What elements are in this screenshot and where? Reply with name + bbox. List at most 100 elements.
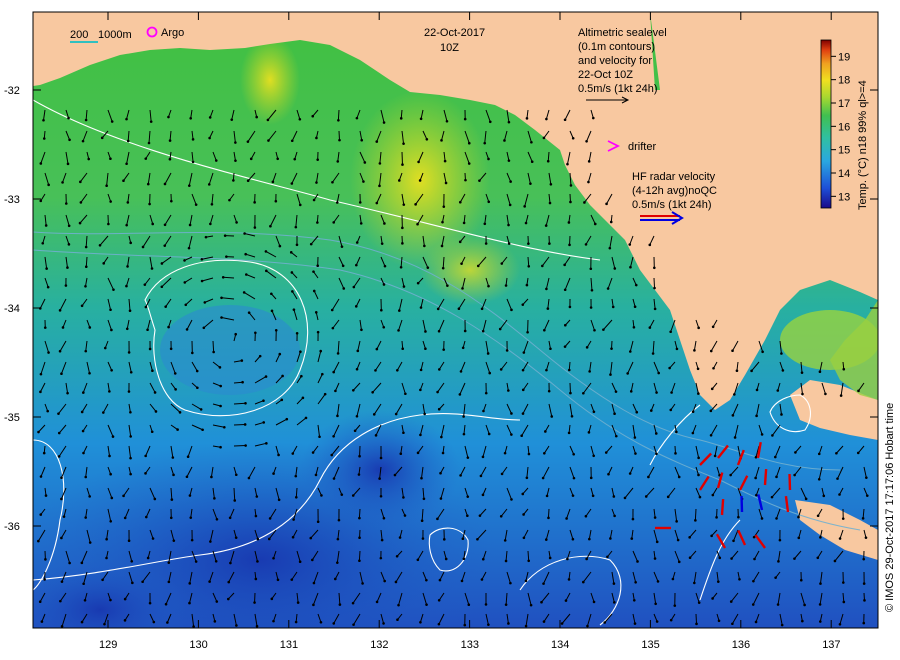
velocity-arrow-head [697,601,701,604]
x-tick-label: 129 [99,639,117,651]
velocity-arrow-head [80,561,84,565]
velocity-arrow-head [379,456,383,460]
velocity-arrow-head [122,494,125,498]
velocity-arrow-head [500,262,504,265]
velocity-arrow-head [60,497,63,501]
velocity-arrow-head [45,267,48,270]
velocity-arrow-head [356,349,360,353]
velocity-arrow-head [57,412,60,415]
velocity-arrow-head [466,514,469,518]
velocity-arrow-head [592,116,595,120]
velocity-arrow-head [675,430,678,434]
velocity-arrow-head [361,582,364,585]
velocity-arrow [337,109,340,121]
velocity-arrow-head [88,541,92,544]
velocity-arrow-head [111,435,115,438]
velocity-arrow-head [341,264,345,268]
velocity-arrow-head [565,517,568,520]
velocity-arrow-head [187,246,191,250]
velocity-arrow-head [143,283,147,286]
velocity-arrow-head [43,578,46,581]
velocity-arrow-head [605,202,608,206]
velocity-arrow-head [572,476,576,480]
velocity-arrow-head [78,221,82,225]
velocity-arrow-head [269,224,272,228]
velocity-arrow-head [613,412,616,416]
velocity-arrow-head [467,162,471,165]
velocity-arrow-head [636,560,639,563]
velocity-arrow-head [110,496,114,500]
colorbar-tick-label: 14 [838,168,850,180]
velocity-arrow-head [336,537,340,541]
velocity-arrow-head [521,388,525,392]
velocity-arrow-head [567,578,571,581]
velocity-arrow-head [547,389,551,393]
velocity-arrow-head [793,473,796,477]
velocity-arrow-head [634,283,638,287]
velocity-arrow-head [436,307,440,311]
velocity-arrow-head [522,513,525,516]
cool-water-patch [160,305,300,395]
velocity-arrow-head [323,392,327,396]
velocity-arrow-head [505,349,509,352]
velocity-arrow-head [697,392,700,395]
velocity-arrow-head [570,414,574,418]
velocity-arrow-head [733,436,737,439]
velocity-arrow-head [144,305,148,309]
velocity-arrow-head [163,244,167,247]
velocity-arrow-head [148,202,151,206]
velocity-arrow-head [585,139,588,143]
velocity-arrow-head [128,309,132,313]
velocity-arrow [527,550,530,561]
velocity-arrow-head [780,413,783,416]
velocity-arrow-head [241,380,244,384]
velocity-arrow-head [66,391,69,395]
velocity-arrow-head [280,398,284,402]
velocity-arrow-head [838,493,841,496]
velocity-arrow-head [760,433,764,436]
velocity-arrow [358,550,361,561]
velocity-arrow-head [669,330,672,334]
velocity-arrow [295,487,298,498]
velocity-arrow-head [62,515,66,518]
velocity-arrow-head [191,138,195,141]
velocity-arrow-head [298,117,302,121]
velocity-arrow-head [835,451,838,455]
velocity-arrow-head [230,118,234,121]
velocity-arrow-head [382,622,385,625]
velocity-arrow-head [37,539,40,543]
velocity-arrow-head [510,498,513,501]
velocity-arrow-head [309,536,313,540]
velocity-arrow-head [563,345,567,348]
velocity-arrow-head [632,598,636,602]
velocity-arrow-head [543,328,546,332]
velocity-arrow-head [422,497,426,501]
velocity-arrow-head [262,399,265,402]
velocity-arrow-head [253,601,256,604]
velocity-arrow-head [609,373,612,376]
velocity-arrow-head [272,619,275,623]
velocity-arrow-head [207,183,211,186]
velocity-arrow [233,423,246,426]
velocity-arrow-head [770,495,774,499]
velocity-arrow-head [294,225,298,229]
velocity-arrow-head [402,496,405,499]
velocity-arrow-head [173,372,177,375]
velocity-arrow-head [752,579,755,583]
velocity-arrow-head [235,624,238,627]
velocity-arrow-head [103,346,107,350]
velocity-arrow-head [838,622,842,626]
velocity-arrow-head [352,623,355,626]
velocity-arrow-head [336,352,340,355]
velocity-arrow-head [167,115,170,119]
velocity-arrow-head [294,474,298,478]
velocity-arrow-head [80,410,84,414]
hf-line1: HF radar velocity [632,171,716,183]
velocity-arrow-head [754,476,757,480]
velocity-arrow-head [673,604,677,607]
velocity-arrow-head [382,516,386,520]
velocity-arrow-head [66,266,69,269]
velocity-arrow-head [277,453,280,457]
velocity-arrow-head [648,326,652,329]
velocity-arrow-head [481,329,485,333]
